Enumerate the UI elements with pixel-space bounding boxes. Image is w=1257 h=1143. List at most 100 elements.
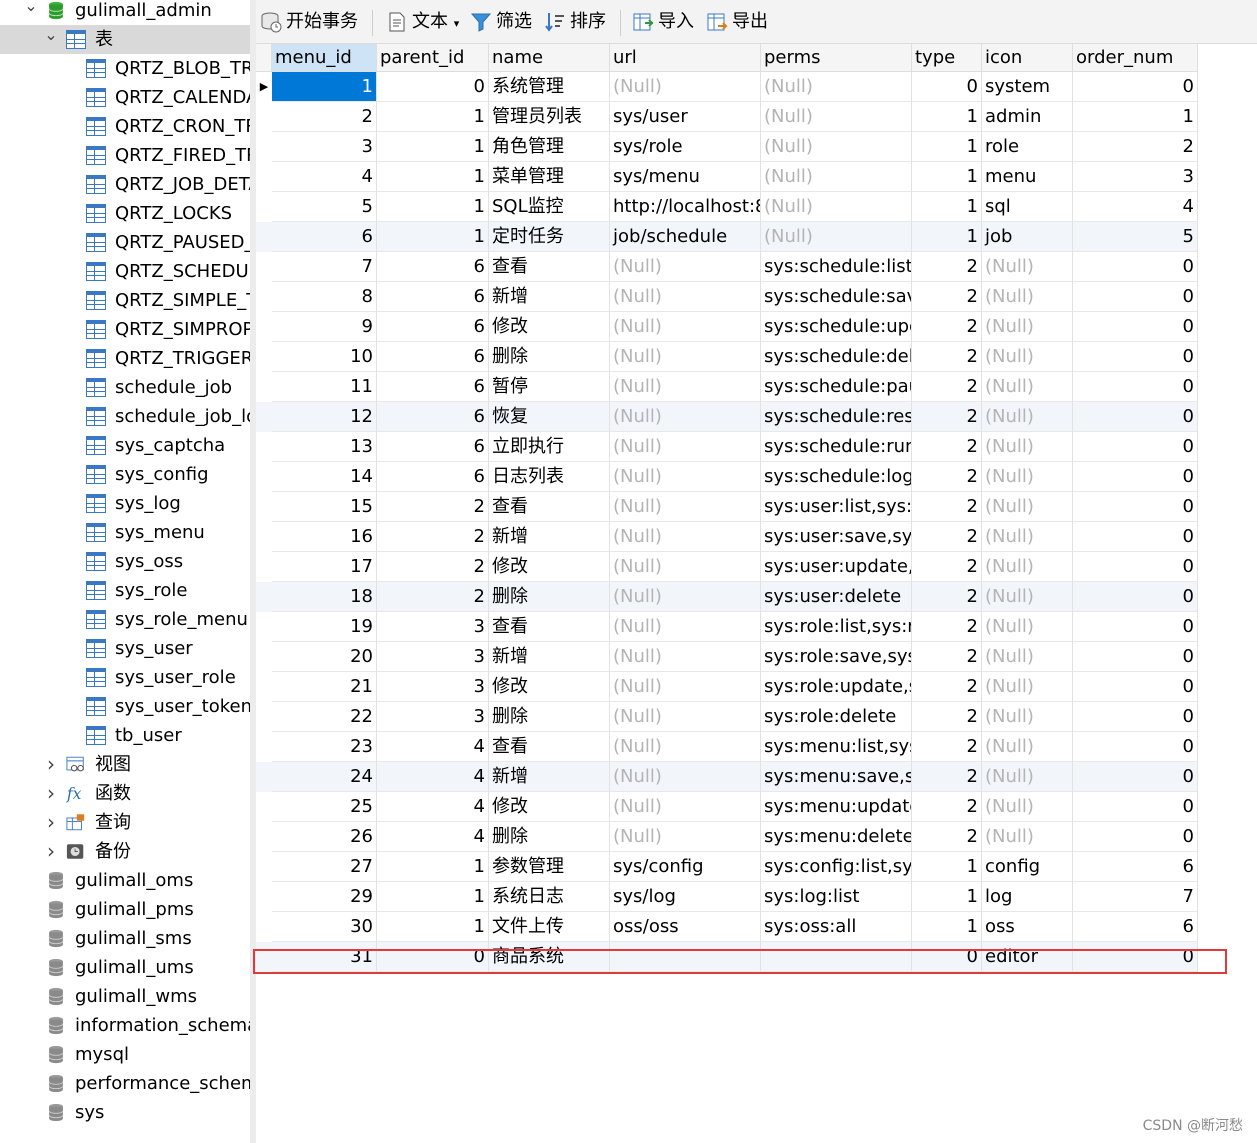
- cell-type[interactable]: 2: [912, 762, 982, 792]
- cell-parent-id[interactable]: 4: [377, 732, 489, 762]
- cell-perms[interactable]: sys:schedule:dele: [761, 342, 912, 372]
- cell-icon[interactable]: role: [982, 132, 1073, 162]
- column-header-perms[interactable]: perms: [761, 44, 912, 72]
- cell-url[interactable]: (Null): [610, 342, 761, 372]
- chevron-right-icon[interactable]: ›: [44, 779, 58, 808]
- chevron-down-icon[interactable]: ⌄: [24, 0, 38, 25]
- cell-parent-id[interactable]: 1: [377, 882, 489, 912]
- cell-order-num[interactable]: 0: [1073, 762, 1198, 792]
- cell-parent-id[interactable]: 1: [377, 222, 489, 252]
- cell-menu-id[interactable]: 19: [272, 612, 377, 642]
- cell-type[interactable]: 2: [912, 672, 982, 702]
- cell-type[interactable]: 1: [912, 852, 982, 882]
- cell-menu-id[interactable]: 8: [272, 282, 377, 312]
- tree-table-item[interactable]: QRTZ_BLOB_TRI: [0, 54, 250, 83]
- cell-name[interactable]: 新增: [489, 282, 610, 312]
- tree-group-item[interactable]: › 备份: [0, 837, 250, 866]
- column-header-order-num[interactable]: order_num: [1073, 44, 1198, 72]
- cell-perms[interactable]: sys:role:update,sy: [761, 672, 912, 702]
- cell-order-num[interactable]: 0: [1073, 702, 1198, 732]
- cell-url[interactable]: (Null): [610, 432, 761, 462]
- cell-type[interactable]: 0: [912, 72, 982, 102]
- cell-perms[interactable]: sys:menu:save,sys: [761, 762, 912, 792]
- tree-db-item[interactable]: gulimall_sms: [0, 924, 250, 953]
- cell-icon[interactable]: (Null): [982, 612, 1073, 642]
- cell-type[interactable]: 2: [912, 462, 982, 492]
- cell-parent-id[interactable]: 4: [377, 762, 489, 792]
- cell-parent-id[interactable]: 2: [377, 552, 489, 582]
- cell-order-num[interactable]: 0: [1073, 342, 1198, 372]
- data-grid[interactable]: menu_id parent_id name url perms type icon orde…: [256, 44, 1257, 1143]
- cell-perms[interactable]: sys:schedule:resu: [761, 402, 912, 432]
- table-row[interactable]: 30 1 文件上传 oss/oss sys:oss:all 1 oss 6: [256, 912, 1198, 942]
- chevron-right-icon[interactable]: ›: [44, 837, 58, 866]
- cell-url[interactable]: (Null): [610, 312, 761, 342]
- cell-order-num[interactable]: 0: [1073, 792, 1198, 822]
- table-row[interactable]: 4 1 菜单管理 sys/menu (Null) 1 menu 3: [256, 162, 1198, 192]
- cell-perms[interactable]: (Null): [761, 102, 912, 132]
- table-row[interactable]: 18 2 删除 (Null) sys:user:delete 2 (Null) 0: [256, 582, 1198, 612]
- tree-table-item[interactable]: sys_oss: [0, 547, 250, 576]
- cell-order-num[interactable]: 7: [1073, 882, 1198, 912]
- cell-parent-id[interactable]: 0: [377, 72, 489, 102]
- cell-url[interactable]: (Null): [610, 402, 761, 432]
- chevron-right-icon[interactable]: ›: [44, 750, 58, 779]
- table-row[interactable]: 25 4 修改 (Null) sys:menu:update, 2 (Null) 0: [256, 792, 1198, 822]
- cell-type[interactable]: 2: [912, 402, 982, 432]
- cell-perms[interactable]: sys:schedule:log: [761, 462, 912, 492]
- cell-type[interactable]: 2: [912, 702, 982, 732]
- cell-icon[interactable]: (Null): [982, 312, 1073, 342]
- cell-perms[interactable]: sys:schedule:save: [761, 282, 912, 312]
- tree-db-item[interactable]: gulimall_pms: [0, 895, 250, 924]
- table-row[interactable]: 172修改(Null)sys:user:update,sy2(Null)0: [256, 552, 1198, 582]
- cell-icon[interactable]: (Null): [982, 432, 1073, 462]
- cell-url[interactable]: sys/config: [610, 852, 761, 882]
- cell-order-num[interactable]: 0: [1073, 642, 1198, 672]
- tree-table-item[interactable]: schedule_job: [0, 373, 250, 402]
- cell-perms[interactable]: sys:menu:list,sys:r: [761, 732, 912, 762]
- tree-db-item[interactable]: sys: [0, 1098, 250, 1127]
- cell-name[interactable]: 新增: [489, 642, 610, 672]
- column-header-icon[interactable]: icon: [982, 44, 1073, 72]
- cell-url[interactable]: (Null): [610, 822, 761, 852]
- cell-parent-id[interactable]: 1: [377, 852, 489, 882]
- cell-order-num[interactable]: 3: [1073, 162, 1198, 192]
- cell-url[interactable]: (Null): [610, 672, 761, 702]
- tree-table-item[interactable]: tb_user: [0, 721, 250, 750]
- cell-type[interactable]: 2: [912, 372, 982, 402]
- cell-icon[interactable]: (Null): [982, 642, 1073, 672]
- table-row[interactable]: 2 1 管理员列表 sys/user (Null) 1 admin 1: [256, 102, 1198, 132]
- cell-icon[interactable]: (Null): [982, 672, 1073, 702]
- cell-type[interactable]: 1: [912, 132, 982, 162]
- cell-icon[interactable]: (Null): [982, 552, 1073, 582]
- tree-db-item[interactable]: performance_schema: [0, 1069, 250, 1098]
- cell-url[interactable]: sys/menu: [610, 162, 761, 192]
- cell-parent-id[interactable]: 1: [377, 102, 489, 132]
- import-button[interactable]: 导入: [632, 8, 694, 36]
- tree-table-item[interactable]: QRTZ_JOB_DETA: [0, 170, 250, 199]
- tree-table-item[interactable]: sys_user: [0, 634, 250, 663]
- cell-name[interactable]: 参数管理: [489, 852, 610, 882]
- cell-perms[interactable]: sys:user:save,sys:r: [761, 522, 912, 552]
- cell-parent-id[interactable]: 2: [377, 522, 489, 552]
- table-row[interactable]: 27 1 参数管理 sys/config sys:config:list,sys: 1 co…: [256, 852, 1198, 882]
- cell-parent-id[interactable]: 1: [377, 162, 489, 192]
- cell-perms[interactable]: sys:schedule:run: [761, 432, 912, 462]
- cell-icon[interactable]: menu: [982, 162, 1073, 192]
- tree-table-item[interactable]: QRTZ_TRIGGERS: [0, 344, 250, 373]
- tree-table-item[interactable]: sys_log: [0, 489, 250, 518]
- cell-order-num[interactable]: 0: [1073, 282, 1198, 312]
- cell-menu-id[interactable]: 22: [272, 702, 377, 732]
- cell-order-num[interactable]: 0: [1073, 402, 1198, 432]
- cell-url[interactable]: (Null): [610, 372, 761, 402]
- cell-parent-id[interactable]: 6: [377, 402, 489, 432]
- export-button[interactable]: 导出: [706, 8, 768, 36]
- cell-type[interactable]: 2: [912, 522, 982, 552]
- cell-order-num[interactable]: 0: [1073, 462, 1198, 492]
- table-row[interactable]: 96修改(Null)sys:schedule:upda2(Null)0: [256, 312, 1198, 342]
- cell-perms[interactable]: (Null): [761, 162, 912, 192]
- cell-icon[interactable]: (Null): [982, 822, 1073, 852]
- cell-menu-id[interactable]: 21: [272, 672, 377, 702]
- cell-parent-id[interactable]: 4: [377, 822, 489, 852]
- cell-type[interactable]: 2: [912, 642, 982, 672]
